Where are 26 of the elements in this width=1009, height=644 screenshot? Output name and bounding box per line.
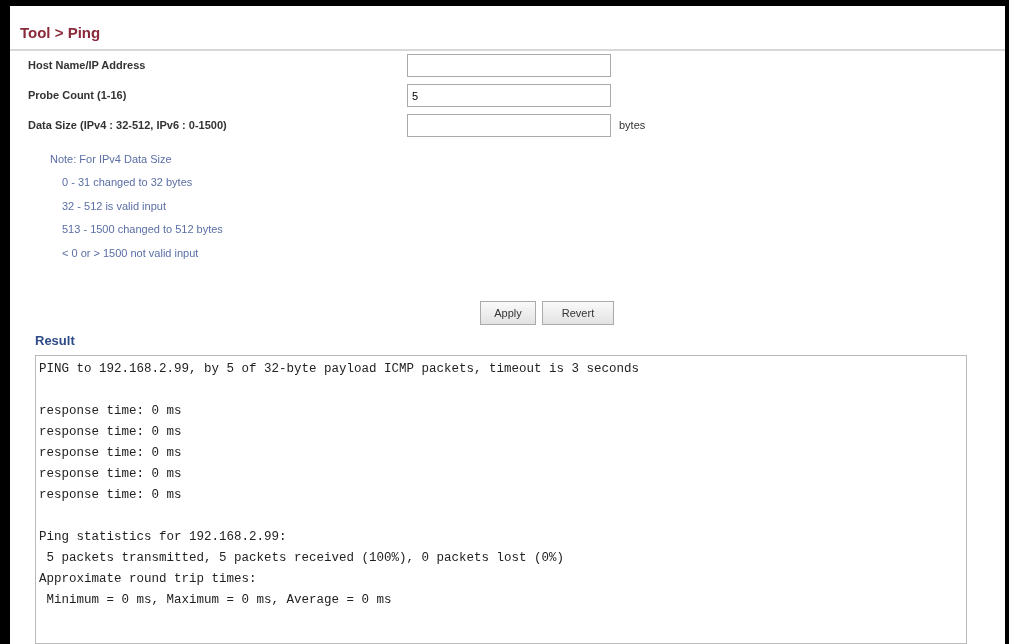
output-line: Ping statistics for 192.168.2.99: bbox=[39, 528, 288, 546]
note-item: 0 - 31 changed to 32 bytes bbox=[61, 175, 194, 190]
form-button[interactable]: Apply bbox=[480, 301, 536, 325]
output-line: PING to 192.168.2.99, by 5 of 32-byte payload ICMP packets, timeout is 3 seconds bbox=[39, 360, 641, 378]
output-line: Minimum = 0 ms, Maximum = 0 ms, Average = 0 ms bbox=[45, 591, 393, 609]
form-button[interactable]: Revert bbox=[542, 301, 614, 325]
input-field[interactable] bbox=[407, 54, 611, 77]
note-item: 32 - 512 is valid input bbox=[61, 198, 167, 214]
output-line: response time: 0 ms bbox=[39, 402, 183, 420]
input-field[interactable]: 5 bbox=[407, 84, 611, 107]
page-title: Tool > Ping bbox=[20, 23, 102, 43]
field-label: Data Size (IPv4 : 32-512, IPv6 : 0-1500) bbox=[27, 118, 228, 134]
output-line: response time: 0 ms bbox=[39, 423, 183, 441]
note-item: 513 - 1500 changed to 512 bytes bbox=[61, 222, 224, 237]
output-line: response time: 0 ms bbox=[39, 444, 183, 462]
output-line: 5 packets transmitted, 5 packets received (100%), 0 packets lost (0%) bbox=[45, 549, 566, 567]
output-line: response time: 0 ms bbox=[39, 486, 183, 504]
field-label: Probe Count (1-16) bbox=[27, 88, 128, 104]
input-field[interactable] bbox=[407, 114, 611, 137]
output-line: response time: 0 ms bbox=[39, 465, 183, 483]
section-heading: Result bbox=[34, 332, 76, 350]
note-heading: Note: For IPv4 Data Size bbox=[50, 151, 173, 167]
unit-label: bytes bbox=[619, 118, 646, 134]
field-label: Host Name/IP Address bbox=[27, 58, 147, 74]
note-item: < 0 or > 1500 not valid input bbox=[61, 245, 200, 261]
output-line: Approximate round trip times: bbox=[39, 570, 258, 588]
